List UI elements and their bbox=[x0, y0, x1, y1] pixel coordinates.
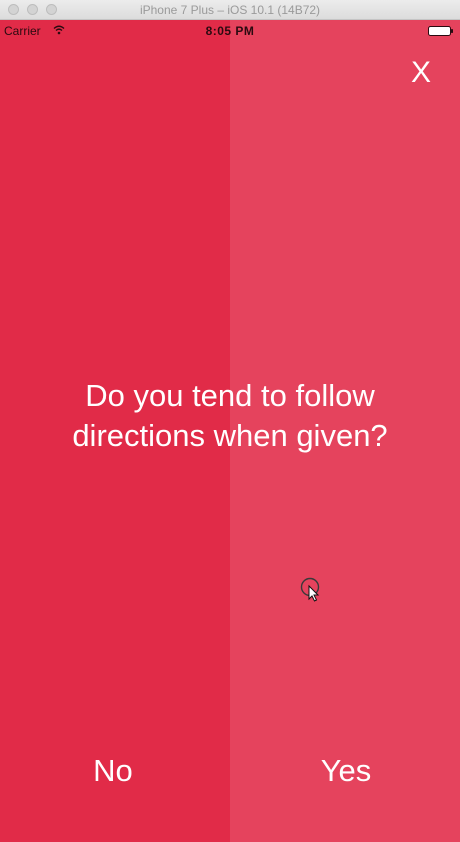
simulator-window: iPhone 7 Plus – iOS 10.1 (14B72) Carrier… bbox=[0, 0, 460, 842]
window-title: iPhone 7 Plus – iOS 10.1 (14B72) bbox=[139, 3, 321, 17]
cursor-icon bbox=[300, 577, 320, 602]
close-button[interactable]: X bbox=[411, 56, 431, 90]
no-button[interactable]: No bbox=[0, 751, 228, 791]
battery-icon bbox=[428, 26, 453, 36]
status-time: 8:05 PM bbox=[205, 24, 255, 38]
phone-screen: Carrier 8:05 PM X Do you tend to follow … bbox=[0, 20, 460, 842]
question-text: Do you tend to follow directions when gi… bbox=[72, 378, 388, 453]
status-bar: Carrier 8:05 PM bbox=[0, 20, 460, 42]
window-titlebar: iPhone 7 Plus – iOS 10.1 (14B72) bbox=[0, 0, 460, 20]
yes-button[interactable]: Yes bbox=[231, 751, 460, 791]
